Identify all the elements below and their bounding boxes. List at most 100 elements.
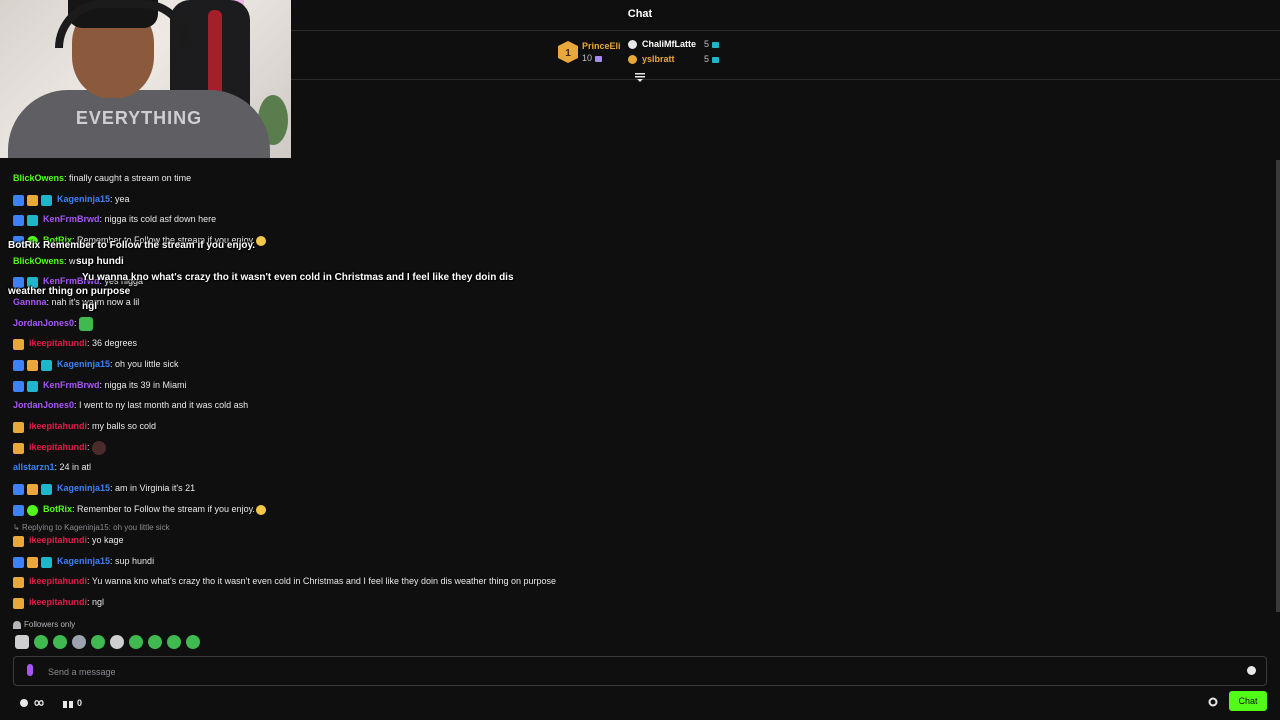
message-input[interactable] [46,662,1230,682]
badge-group [13,336,27,352]
chat-message: ikeepitahundi: ngl [13,594,104,610]
subscriber-badge-icon [41,359,52,371]
gear-icon[interactable] [1208,697,1218,707]
chat-text: : am in Virginia it's 21 [110,483,196,493]
chat-username[interactable]: BlickOwens [13,256,64,266]
chat-username[interactable]: ikeepitahundi [29,535,87,545]
emoji-picker-icon[interactable] [1247,666,1256,675]
chat-username[interactable]: ikeepitahundi [29,597,87,607]
chat-username[interactable]: Kageninja15 [57,194,110,204]
arrow-badge-icon [13,504,24,516]
chat-text: : finally caught a stream on time [64,173,192,183]
badge-group [13,357,55,373]
chat-text: : [87,442,90,452]
subscriber-badge-icon [41,556,52,568]
emote-button[interactable] [72,635,86,649]
emote-button[interactable] [148,635,162,649]
chat-username[interactable]: Kageninja15 [57,556,110,566]
crown-badge-icon [13,442,24,454]
chat-text: : I went to ny last month and it was col… [74,400,249,410]
gem-icon [711,41,719,48]
message-input-container [13,656,1267,686]
overlay-line: weather thing on purpose [8,286,131,297]
subscriber-badge-icon [27,380,38,392]
emote-button[interactable] [15,635,29,649]
arrow-badge-icon [13,556,24,568]
chat-username[interactable]: JordanJones0 [13,318,74,328]
crown-badge-icon [27,556,38,568]
gem-icon [711,56,719,63]
chat-username[interactable]: KenFrmBrwd [43,380,100,390]
chat-text: : sup hundi [110,556,155,566]
emote-button[interactable] [129,635,143,649]
chat-message: Kageninja15: oh you little sick [13,356,179,372]
crown-badge-icon [13,576,24,588]
chat-message: Kageninja15: sup hundi [13,553,154,569]
chat-username[interactable]: ikeepitahundi [29,421,87,431]
reply-context[interactable]: ↳ Replying to Kageninja15: oh you little… [13,523,170,532]
collapse-leaderboard-icon[interactable] [634,72,646,82]
chat-username[interactable]: ikeepitahundi [29,442,87,452]
chat-username[interactable]: Kageninja15 [57,359,110,369]
subscriber-badge-icon [41,483,52,495]
leaderboard-second[interactable]: ChaliMfLatte 5 [628,38,728,52]
verified-badge-icon [27,504,38,516]
followers-only-notice: Followers only [13,620,75,629]
chat-footer: 0 [0,690,1280,720]
gift-icon[interactable] [62,697,74,709]
chat-message: Kageninja15: yea [13,191,130,207]
leaderboard-third[interactable]: yslbratt 5 [628,53,728,67]
chat-username[interactable]: allstarzn1 [13,462,55,472]
shirt-text: EVERYTHING [75,108,203,128]
send-chat-button[interactable]: Chat [1229,691,1267,711]
rank-badge-icon [628,40,637,49]
emote-button[interactable] [91,635,105,649]
chat-text: : w [64,256,76,266]
infinity-icon[interactable] [33,697,45,709]
chat-username[interactable]: Gannna [13,297,47,307]
emote-icon [79,316,94,331]
chat-text: : Remember to Follow the stream if you e… [72,504,255,514]
chat-message: Kageninja15: am in Virginia it's 21 [13,480,195,496]
overlay-line: sup hundi [76,256,124,267]
chat-username[interactable]: BlickOwens [13,173,64,183]
chat-message: ikeepitahundi: 36 degrees [13,335,137,351]
chat-username[interactable]: BotRix [43,504,72,514]
chat-message: ikeepitahundi: Yu wanna kno what's crazy… [13,573,556,589]
emote-button[interactable] [110,635,124,649]
chat-scrollbar[interactable] [1276,160,1280,612]
chat-message: ikeepitahundi: my balls so cold [13,418,156,434]
badge-group [13,212,41,228]
emote-icon [92,440,107,455]
emote-button[interactable] [167,635,181,649]
emote-button[interactable] [186,635,200,649]
emote-button[interactable] [34,635,48,649]
chat-text: : yo kage [87,535,124,545]
crown-badge-icon [13,421,24,433]
chat-username[interactable]: JordanJones0 [13,400,74,410]
leaderboard-name: ChaliMfLatte [642,39,696,49]
chat-username[interactable]: ikeepitahundi [29,338,87,348]
chat-username[interactable]: KenFrmBrwd [43,214,100,224]
crown-badge-icon [27,483,38,495]
badge-group [13,554,55,570]
badge-group [13,595,27,611]
leaderboard-first[interactable]: 1 PrinceEli 10 [558,39,622,69]
crown-badge-icon [13,597,24,609]
chat-message: JordanJones0: [13,315,94,331]
emote-button[interactable] [53,635,67,649]
smile-emoji-icon [255,235,266,246]
badge-group [13,502,41,518]
mic-icon[interactable] [27,664,33,676]
chat-message: KenFrmBrwd: nigga its 39 in Miami [13,377,187,393]
chat-username[interactable]: Kageninja15 [57,483,110,493]
chat-text: : [74,318,77,328]
overlay-line: BotRix Remember to Follow the stream if … [8,240,256,251]
smile-emoji-icon [255,504,266,515]
chat-message: KenFrmBrwd: nigga its cold asf down here [13,211,216,227]
points-icon[interactable] [18,697,30,709]
gift-count: 0 [77,698,83,708]
badge-group [13,574,27,590]
chat-message: BotRix: Remember to Follow the stream if… [13,501,266,517]
chat-username[interactable]: ikeepitahundi [29,576,87,586]
